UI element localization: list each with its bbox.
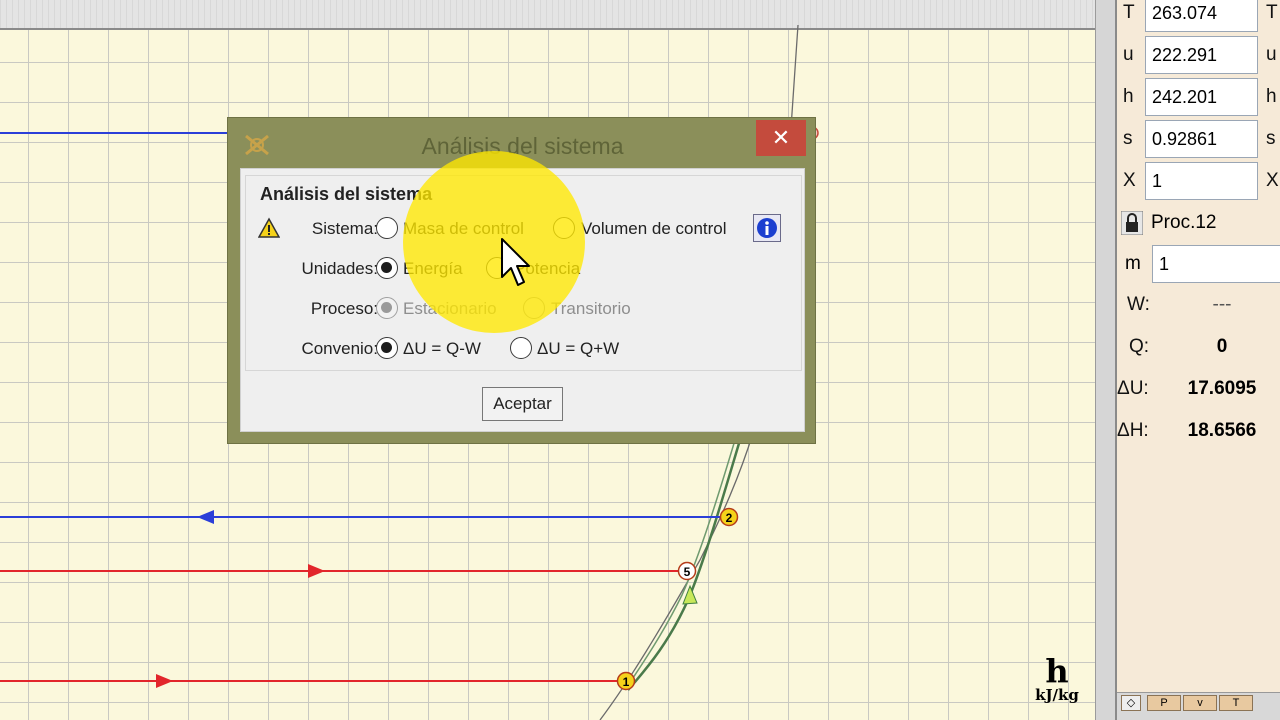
mass-row: m 1 [1117,243,1280,285]
result-row-delta-h: ΔH: 18.6566 [1117,412,1280,452]
tab-v[interactable]: v [1183,695,1217,711]
result-value: 18.6566 [1187,420,1257,441]
property-unit: u [1266,44,1277,65]
property-unit: s [1266,128,1276,149]
property-row-X: X 1 X [1117,160,1280,202]
property-label: T [1123,2,1135,23]
property-input-s[interactable]: 0.92861 [1145,120,1258,158]
lock-icon[interactable] [1121,211,1143,235]
radio-q-minus-w[interactable] [376,337,398,359]
result-value: 0 [1216,336,1228,357]
state-point-5: 5 [677,561,697,581]
svg-text:5: 5 [684,565,691,579]
info-button[interactable] [753,214,781,242]
system-row: Sistema: Masa de control Volumen de cont… [246,214,803,244]
property-label: h [1123,86,1134,107]
property-input-T[interactable]: 263.074 [1145,0,1258,32]
power-label[interactable]: Potencia [514,259,580,279]
radio-control-volume[interactable] [553,217,575,239]
diagram-tabs: ◇ P v T [1117,692,1280,720]
process-label: Proceso: [310,299,378,318]
result-label: W: [1127,294,1150,315]
mass-label: m [1125,253,1141,274]
axis-units: kJ/kg [1035,686,1079,704]
q-minus-w-label[interactable]: ΔU = Q-W [403,339,481,359]
units-row: Unidades: Energía Potencia [246,254,803,284]
radio-transient [523,297,545,319]
property-label: X [1123,170,1136,191]
energy-label[interactable]: Energía [403,259,463,279]
mass-input[interactable]: 1 [1152,245,1280,283]
result-row-work: W: --- [1117,286,1280,326]
result-row-heat: Q: 0 [1117,328,1280,368]
units-label: Unidades: [301,259,378,278]
state-point-2: 2 [719,507,739,527]
red-arrow-5 [308,564,325,578]
transient-label: Transitorio [551,299,631,318]
red-arrow-1 [156,674,173,688]
result-label: Q: [1129,336,1150,357]
radio-control-mass[interactable] [376,217,398,239]
blue-arrow [197,510,214,524]
radio-energy[interactable] [376,257,398,279]
control-mass-label[interactable]: Masa de control [403,219,524,239]
property-unit: X [1266,170,1279,191]
process-row: Proceso: Estacionario Transitorio [246,294,803,324]
control-volume-label[interactable]: Volumen de control [581,219,727,239]
state-point-1: 1 [616,671,636,691]
system-label: Sistema: [311,219,378,238]
info-icon [757,218,777,238]
accept-button[interactable]: Aceptar [482,387,563,421]
property-row-u: u 222.291 u [1117,34,1280,76]
convention-label: Convenio: [301,339,378,358]
dialog-title: Análisis del sistema [421,133,624,159]
analysis-group: Análisis del sistema Sistema: Masa de co… [245,175,802,371]
canvas-vertical-scrollbar[interactable] [1095,0,1117,720]
property-unit: h [1266,86,1277,107]
q-plus-w-label[interactable]: ΔU = Q+W [537,339,619,359]
svg-text:2: 2 [726,511,733,525]
result-label: ΔH: [1117,420,1149,441]
svg-text:1: 1 [623,675,630,689]
close-button[interactable]: ✕ [756,120,806,156]
property-input-X[interactable]: 1 [1145,162,1258,200]
process-header: Proc.12 [1117,205,1280,241]
warning-icon [258,217,280,238]
convention-row: Convenio: ΔU = Q-W ΔU = Q+W [246,334,803,364]
property-row-T: T 263.074 T [1117,0,1280,34]
result-value: --- [1212,294,1232,315]
result-label: ΔU: [1117,378,1149,399]
property-label: u [1123,44,1134,65]
process-name: Proc.12 [1151,212,1217,233]
property-input-h[interactable]: 242.201 [1145,78,1258,116]
property-input-u[interactable]: 222.291 [1145,36,1258,74]
radio-q-plus-w[interactable] [510,337,532,359]
diamond-icon[interactable]: ◇ [1121,695,1141,711]
system-analysis-dialog: Análisis del sistema ✕ Análisis del sist… [227,117,816,444]
radio-power[interactable] [486,257,508,279]
radio-steady [376,297,398,319]
result-value: 17.6095 [1187,378,1257,399]
property-row-h: h 242.201 h [1117,76,1280,118]
property-unit: T [1266,2,1278,23]
group-title: Análisis del sistema [260,184,433,204]
axis-variable: h [1045,652,1069,690]
tab-t[interactable]: T [1219,695,1253,711]
result-row-delta-u: ΔU: 17.6095 [1117,370,1280,410]
properties-panel: T 263.074 T u 222.291 u h 242.201 h s 0.… [1117,0,1280,720]
property-label: s [1123,128,1133,149]
dialog-body: Análisis del sistema Sistema: Masa de co… [240,168,805,432]
tab-p[interactable]: P [1147,695,1181,711]
property-row-s: s 0.92861 s [1117,118,1280,160]
steady-label: Estacionario [403,299,497,318]
axis-unit-label: h kJ/kg [1026,655,1088,703]
